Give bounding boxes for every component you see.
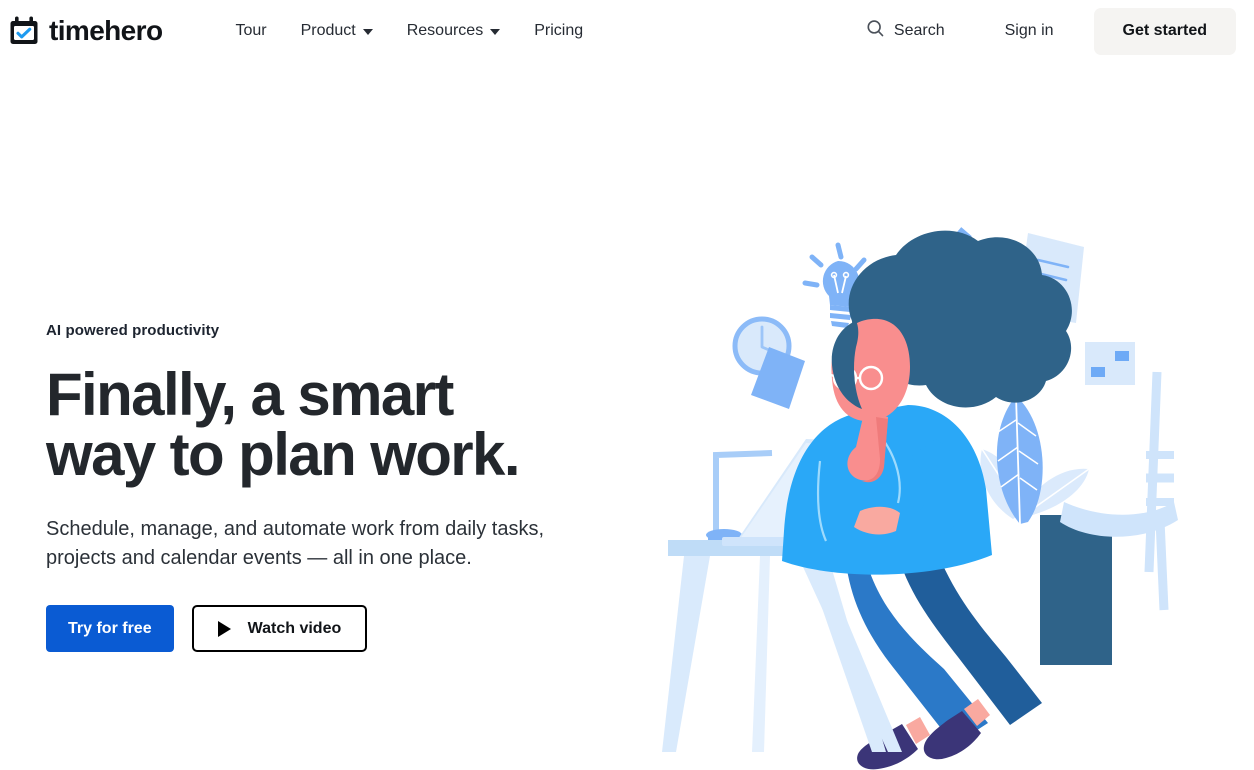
try-for-free-button[interactable]: Try for free — [46, 605, 174, 652]
nav-item-pricing[interactable]: Pricing — [517, 23, 600, 39]
hero-eyebrow: AI powered productivity — [46, 322, 220, 339]
hand — [854, 506, 900, 535]
nav-item-resources[interactable]: Resources — [390, 23, 517, 39]
nav-item-label: Resources — [406, 22, 484, 39]
main-navigation: Tour Product Resources Pricing — [218, 23, 600, 39]
brand-name: timehero — [49, 15, 163, 46]
nav-item-label: Pricing — [534, 22, 584, 39]
page-title: Finally, a smart way to plan work. — [46, 365, 606, 485]
header-actions: Search Sign in Get started — [852, 0, 1254, 62]
nav-item-label: Tour — [235, 22, 267, 39]
nav-item-label: Product — [300, 22, 356, 39]
get-started-button[interactable]: Get started — [1093, 7, 1236, 55]
woman-working-at-desk-illustration — [660, 215, 1220, 770]
search-label: Search — [893, 22, 945, 39]
search-button[interactable]: Search — [852, 19, 959, 43]
chevron-down-icon — [490, 29, 501, 35]
sign-in-link[interactable]: Sign in — [985, 22, 1074, 40]
play-icon — [217, 620, 231, 637]
site-header: timehero Tour Product Resources Pricing — [0, 0, 1254, 62]
search-icon — [866, 19, 885, 43]
nav-item-product[interactable]: Product — [284, 23, 390, 39]
chevron-down-icon — [362, 29, 373, 35]
hero-cta-row: Try for free Watch video — [46, 605, 606, 652]
calendar-check-icon — [8, 15, 40, 47]
watch-video-label: Watch video — [247, 619, 342, 637]
brand-logo[interactable]: timehero — [8, 15, 163, 47]
hero-title-line-1: Finally, a smart — [46, 361, 454, 428]
hero-subtitle: Schedule, manage, and automate work from… — [46, 518, 545, 569]
hero-section: AI powered productivity Finally, a smart… — [46, 322, 606, 652]
hero-title-line-2: way to plan work. — [46, 421, 521, 488]
watch-video-button[interactable]: Watch video — [191, 605, 368, 652]
nav-item-tour[interactable]: Tour — [218, 23, 283, 39]
landing-page: timehero Tour Product Resources Pricing — [0, 0, 1254, 770]
note-card-icon — [1085, 342, 1135, 385]
